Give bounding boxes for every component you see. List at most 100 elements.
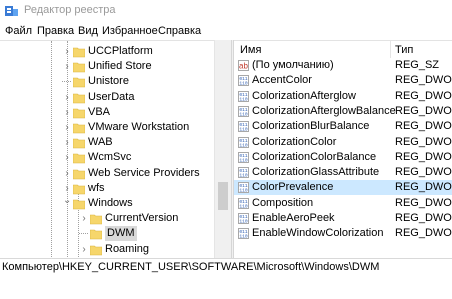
registry-editor-icon [5,5,18,17]
tree-guide-line [79,233,88,234]
tree-item-label: CurrentVersion [105,211,178,226]
dword-value-icon: 011110 [238,121,249,132]
value-name: ColorizationAfterglow [252,89,356,104]
value-row[interactable]: 011110ColorizationAfterglowREG_DWORD [234,89,452,104]
value-type: REG_DWORD [395,73,452,88]
chevron-right-icon[interactable]: › [63,44,71,59]
value-name: Composition [252,196,313,211]
value-row[interactable]: 011110CompositionREG_DWORD [234,196,452,211]
tree-item-label: VMware Workstation [88,120,189,135]
value-row[interactable]: 011110ColorizationColorBalanceREG_DWORD [234,150,452,165]
value-name: EnableAeroPeek [252,211,335,226]
svg-text:110: 110 [239,188,248,193]
value-row[interactable]: 011110ColorizationBlurBalanceREG_DWORD [234,119,452,134]
value-type: REG_DWORD [395,135,452,150]
tree-guide-line [62,81,71,82]
value-row[interactable]: 011110ColorPrevalenceREG_DWORD [234,180,452,195]
value-row[interactable]: ab(По умолчанию) REG_SZ [234,58,452,73]
dword-value-icon: 011110 [238,106,249,117]
menu-bar: Файл Правка Вид Избранное Справка [0,22,452,40]
status-path: Компьютер\HKEY_CURRENT_USER\SOFTWARE\Mic… [2,261,379,273]
dword-value-icon: 011110 [238,75,249,86]
svg-text:110: 110 [239,96,248,101]
column-divider[interactable] [390,41,391,58]
scrollbar-thumb[interactable] [218,182,228,210]
column-name-header[interactable]: Имя [240,44,261,56]
value-name: (По умолчанию) [252,58,334,73]
dword-value-icon: 011110 [238,182,249,193]
tree-item[interactable]: DWM [0,226,214,241]
column-header: Имя Тип [234,41,452,58]
chevron-right-icon[interactable]: › [80,242,88,257]
folder-icon [73,46,85,58]
tree-item[interactable]: ›WAB [0,135,214,150]
tree-item[interactable]: › VMware Workstation [0,120,214,135]
tree-item[interactable]: › Unified Store [0,59,214,74]
svg-text:110: 110 [239,111,248,116]
value-type: REG_DWORD [395,89,452,104]
values-list[interactable]: Имя Тип ab(По умолчанию)REG_SZ011110Acce… [234,40,452,259]
value-type: REG_DWORD [395,211,452,226]
chevron-down-icon[interactable]: ⌄ [63,196,71,211]
chevron-right-icon[interactable]: › [63,105,71,120]
chevron-right-icon[interactable]: › [63,135,71,150]
value-name: ColorizationGlassAttribute [252,165,379,180]
menu-file[interactable]: Файл [5,25,32,37]
value-row[interactable]: 011110ColorizationAfterglowBalanceREG_DW… [234,104,452,119]
value-row[interactable]: 011110EnableWindowColorizationREG_DWORD [234,226,452,241]
dword-value-icon: 011110 [238,137,249,148]
value-name: EnableWindowColorization [252,226,383,241]
tree-item[interactable]: ⌄Windows [0,196,214,211]
chevron-right-icon[interactable]: › [63,166,71,181]
tree-item-label: wfs [88,181,105,196]
value-type: REG_DWORD [395,165,452,180]
tree-item[interactable]: ›UCCPlatform [0,44,214,59]
title-bar: Редактор реестра [0,0,452,22]
svg-text:110: 110 [239,127,248,132]
tree-scrollbar[interactable] [214,40,232,258]
svg-text:110: 110 [239,173,248,178]
chevron-right-icon[interactable]: › [63,181,71,196]
folder-icon [73,61,85,73]
svg-text:110: 110 [239,234,248,239]
folder-icon [90,213,102,225]
menu-favorites[interactable]: Избранное [102,25,158,37]
folder-icon [73,137,85,149]
tree-item[interactable]: ›Roaming [0,242,214,257]
value-row[interactable]: 011110ColorizationGlassAttribute REG_DWOR… [234,165,452,180]
menu-view[interactable]: Вид [78,25,98,37]
value-name: AccentColor [252,73,312,88]
tree-item[interactable]: ›WcmSvc [0,150,214,165]
chevron-right-icon[interactable]: › [63,59,71,74]
value-row[interactable]: 011110AccentColor REG_DWORD [234,73,452,88]
chevron-right-icon[interactable]: › [63,90,71,105]
tree-item[interactable]: › VBA [0,105,214,120]
dword-value-icon: 011110 [238,167,249,178]
value-type: REG_DWORD [395,180,452,195]
string-value-icon: ab [238,60,249,71]
value-type: REG_SZ [395,58,439,73]
folder-icon [73,183,85,195]
tree-item[interactable]: Unistore [0,74,214,89]
tree-item-label: VBA [88,105,110,120]
value-name: ColorizationBlurBalance [252,119,369,134]
tree-item-label: Web Service Providers [88,166,200,181]
chevron-right-icon[interactable]: › [80,211,88,226]
menu-edit[interactable]: Правка [37,25,74,37]
menu-help[interactable]: Справка [158,25,201,37]
tree-item[interactable]: › Web Service Providers [0,166,214,181]
chevron-right-icon[interactable]: › [63,150,71,165]
value-row[interactable]: 011110EnableAeroPeekREG_DWORD [234,211,452,226]
tree-item-label: Unified Store [88,59,152,74]
folder-icon [73,92,85,104]
key-tree[interactable]: ›UCCPlatform›Unified StoreUnistore›UserD… [0,40,231,259]
tree-item[interactable]: › CurrentVersion [0,211,214,226]
column-type-header[interactable]: Тип [395,44,413,56]
value-row[interactable]: 011110ColorizationColorREG_DWORD [234,135,452,150]
dword-value-icon: 011110 [238,152,249,163]
value-type: REG_DWORD [395,150,452,165]
chevron-right-icon[interactable]: › [63,120,71,135]
tree-item[interactable]: › wfs [0,181,214,196]
tree-item[interactable]: ›UserData [0,90,214,105]
value-type: REG_DWORD [395,104,452,119]
